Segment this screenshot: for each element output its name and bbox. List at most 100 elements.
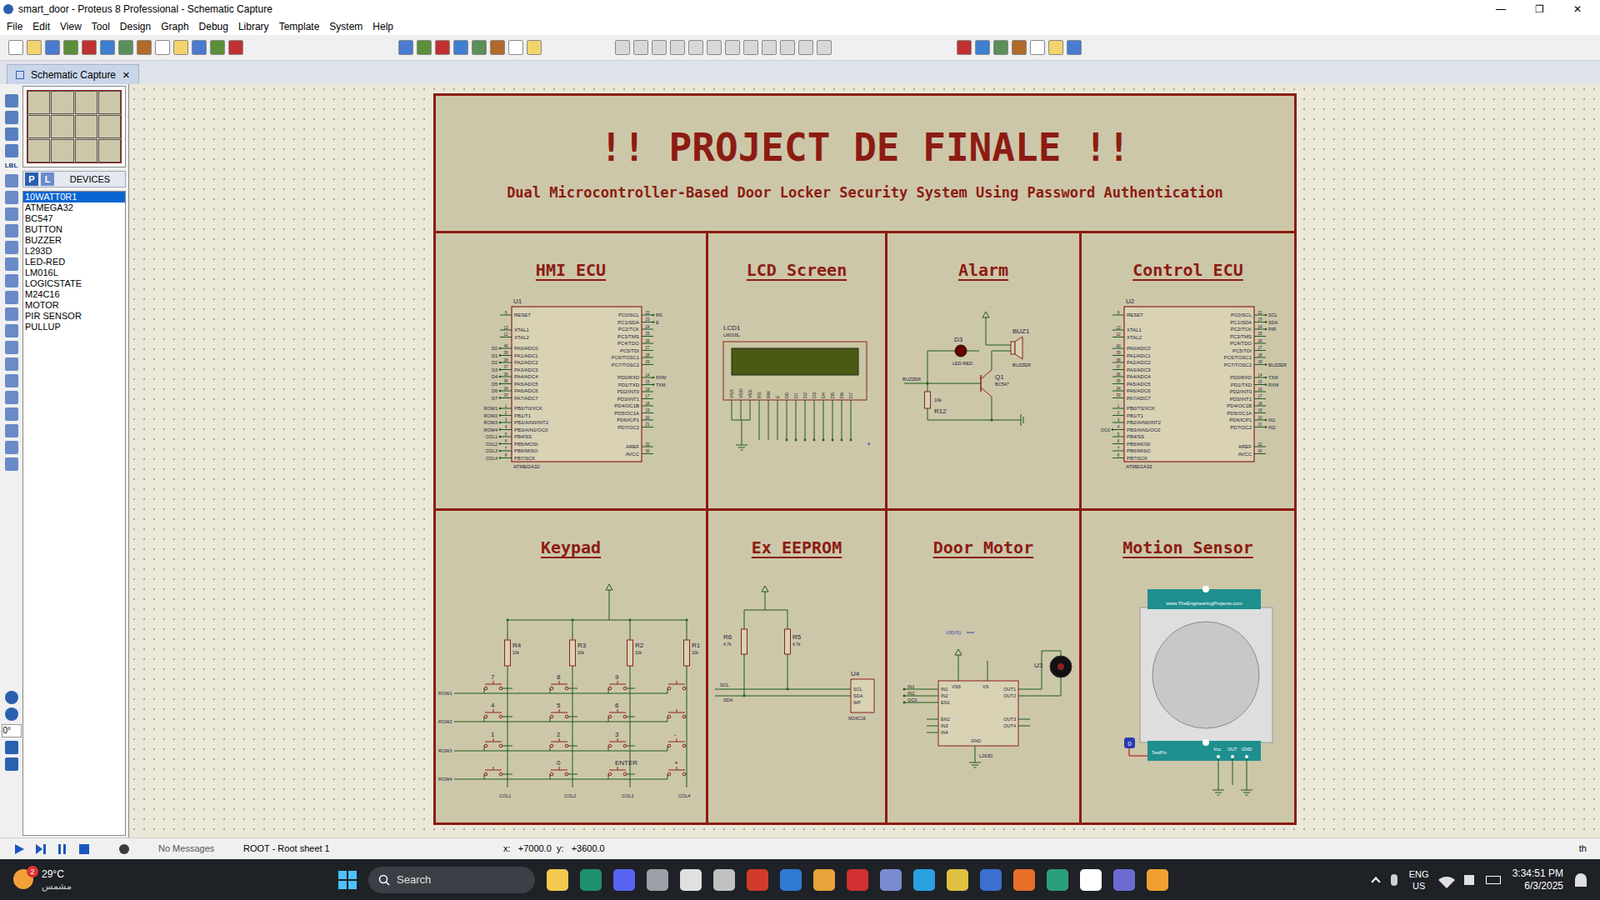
menu-item[interactable]: Design [115,19,156,35]
tab[interactable]: Schematic Capture× [6,64,140,85]
taskbar-app-icon[interactable] [846,869,869,891]
circuit[interactable]: www.TheEngineeringProjects.comTestPinVcc… [1081,564,1295,823]
toolbar-icon[interactable] [416,40,432,55]
window-control[interactable]: ✕ [1558,1,1597,17]
keypad-button[interactable]: 3 [608,730,635,751]
overview[interactable] [22,85,126,168]
tray-chevron-icon[interactable] [1370,876,1380,886]
weather[interactable]: 229°Cمشمس [13,868,264,892]
toolbar-icon[interactable] [173,40,189,55]
toolbar-icon[interactable] [816,40,832,55]
toolbar-icon[interactable] [743,40,759,55]
tool-icon[interactable] [5,144,19,158]
tool-icon[interactable] [5,207,19,221]
speaker-icon[interactable] [1464,875,1475,885]
toolbar-icon[interactable] [615,40,630,55]
language[interactable]: ENGUS [1409,868,1430,892]
rotate-icon[interactable] [5,707,19,721]
toolbar-icon[interactable] [210,40,225,55]
toolbar-icon[interactable] [688,40,704,55]
windows-icon[interactable] [338,870,357,890]
device-item[interactable]: ATMEGA32 [23,202,125,214]
toolbar-icon[interactable] [471,40,487,55]
tool-icon[interactable] [5,290,19,305]
keypad-button[interactable]: 9 [608,673,635,694]
menu-item[interactable]: View [55,19,87,35]
toolbar-icon[interactable] [136,40,152,55]
menu-item[interactable]: Edit [27,19,55,35]
toolbar-icon[interactable] [453,40,469,55]
device-item[interactable]: BUTTON [23,224,125,235]
taskbar-app-icon[interactable] [1113,869,1135,891]
tool-icon[interactable] [5,127,19,141]
toolbar-icon[interactable] [63,40,79,55]
toolbar-icon[interactable] [956,40,972,55]
menu-item[interactable]: Template [274,19,325,35]
menu-item[interactable]: Graph [155,19,194,35]
tool-icon[interactable] [5,424,19,438]
stop-icon[interactable] [78,843,90,855]
search-box[interactable]: Search [368,866,535,894]
toolbar-icon[interactable] [526,40,542,55]
mic-icon[interactable] [1390,874,1398,886]
toolbar-icon[interactable] [100,40,115,55]
tool-icon[interactable] [5,440,19,455]
taskbar-app-icon[interactable] [1046,869,1069,891]
toolbar-icon[interactable] [490,40,505,55]
toolbar-icon[interactable] [118,40,134,55]
tool-icon[interactable] [5,110,19,125]
device-item[interactable]: M24C16 [23,289,125,300]
mode-button[interactable]: L [40,172,55,186]
device-item[interactable]: LED-RED [23,256,125,268]
tool-icon[interactable] [5,94,19,108]
toolbar-icon[interactable] [45,40,60,55]
clock[interactable]: 3:34:51 PM6/3/2025 [1512,867,1564,893]
toolbar-icon[interactable] [81,40,97,55]
toolbar-icon[interactable] [780,40,795,55]
menu-item[interactable]: Tool [86,19,115,35]
toolbar-icon[interactable] [26,40,42,55]
toolbar-icon[interactable] [975,40,990,55]
toolbar-icon[interactable] [651,40,667,55]
toolbar-icon[interactable] [155,40,170,55]
toolbar-icon[interactable] [398,40,414,55]
window-control[interactable]: ❐ [1520,1,1559,17]
device-item[interactable]: 10WATT0R1 [23,191,125,203]
circuit[interactable]: LCD1LM016LVSSVDDVEERSRWED0D1D2D3D4D5D6D7… [708,286,885,509]
menu-item[interactable]: Library [233,19,275,35]
taskbar-app-icon[interactable] [613,869,635,891]
driver-chip[interactable] [938,680,1019,746]
taskbar-app-icon[interactable] [580,869,602,891]
toolbar-icon[interactable] [670,40,685,55]
device-item[interactable]: L293D [23,245,125,257]
keypad-button[interactable]: 0 [550,759,578,780]
device-item[interactable]: BC547 [23,213,125,225]
tool-icon[interactable] [5,307,19,321]
toolbar-icon[interactable] [1048,40,1064,55]
taskbar-app-icon[interactable] [713,869,735,891]
toolbar-icon[interactable] [993,40,1009,55]
tool-icon[interactable] [5,340,19,355]
taskbar-app-icon[interactable] [880,869,902,891]
tool-icon[interactable] [5,374,19,388]
taskbar-app-icon[interactable] [746,869,769,891]
notification-icon[interactable] [1575,873,1587,887]
keypad-button[interactable]: 1 [484,730,513,751]
keypad-button[interactable] [667,709,687,722]
toolbar-icon[interactable] [8,40,24,55]
device-item[interactable]: PULLUP [23,321,125,333]
menu-item[interactable]: Debug [194,19,234,35]
toolbar-icon[interactable] [508,40,524,55]
keypad-button[interactable]: 6 [608,701,635,722]
menu-item[interactable]: System [324,19,368,35]
tool-icon[interactable] [5,224,19,238]
taskbar-app-icon[interactable] [780,869,802,891]
keypad-button[interactable]: 7 [484,673,513,694]
circuit[interactable]: U19RESET13XTAL112XTAL240PA0/ADC0D039PA1/… [435,286,706,509]
circuit[interactable]: R410kR310kR210kR110kROW1789ROW2456ROW312… [435,564,706,823]
keypad-button[interactable]: 5 [550,701,578,722]
keypad-button[interactable]: 2 [550,730,578,751]
circuit[interactable]: U29RESET13XTAL112XTAL240PA0/ADC039PA1/AD… [1081,286,1295,509]
keypad-button[interactable] [484,766,513,780]
keypad-button[interactable]: 8 [550,673,578,694]
